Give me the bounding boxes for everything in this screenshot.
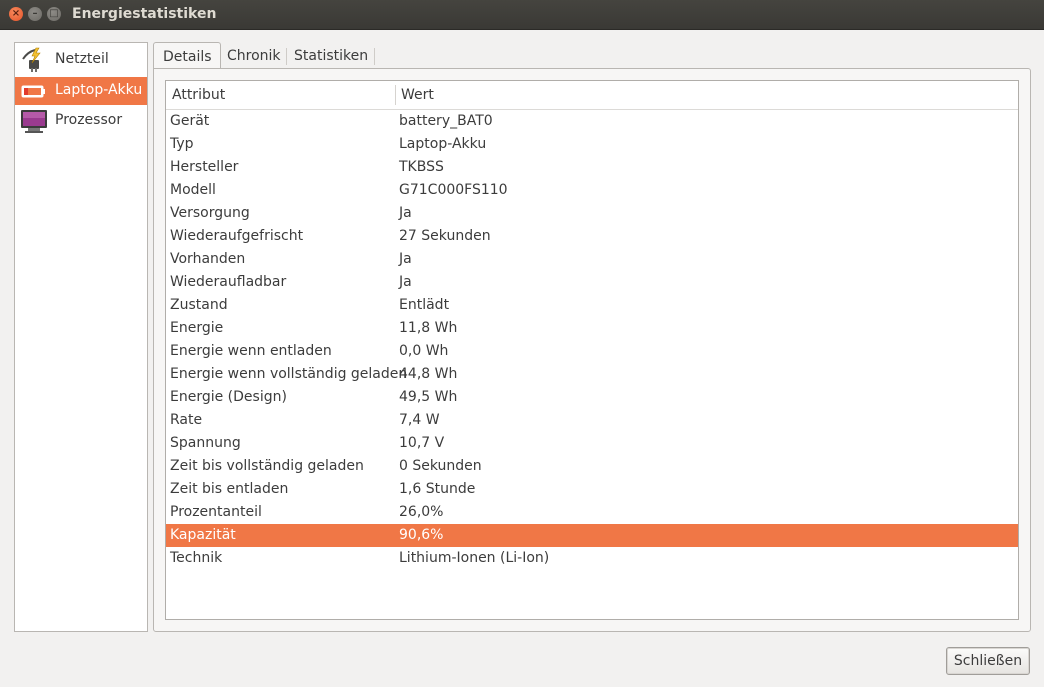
table-row[interactable]: Typ Laptop-Akku: [166, 133, 1018, 156]
value-cell: 0,0 Wh: [399, 343, 449, 359]
attribute-cell: Technik: [170, 550, 223, 566]
column-header-wert[interactable]: Wert: [401, 87, 434, 103]
table-header: Attribut Wert: [166, 81, 1018, 110]
value-cell: 0 Sekunden: [399, 458, 482, 474]
column-divider: [395, 85, 396, 105]
tab-chronik[interactable]: Chronik: [222, 42, 284, 69]
table-row[interactable]: Technik Lithium-Ionen (Li-Ion): [166, 547, 1018, 570]
attribute-cell: Gerät: [170, 113, 210, 129]
table-row[interactable]: Energie (Design) 49,5 Wh: [166, 386, 1018, 409]
attribute-cell: Zeit bis entladen: [170, 481, 289, 497]
tab-label: Chronik: [227, 48, 281, 64]
value-cell: Laptop-Akku: [399, 136, 487, 152]
device-label: Prozessor: [55, 112, 123, 128]
attribute-cell: Prozentanteil: [170, 504, 262, 520]
value-cell: 10,7 V: [399, 435, 445, 451]
value-cell: 49,5 Wh: [399, 389, 458, 405]
maximize-window-icon[interactable]: □: [47, 7, 61, 21]
power-supply-icon: [22, 47, 41, 72]
attribute-cell: Zustand: [170, 297, 228, 313]
table-row[interactable]: Spannung 10,7 V: [166, 432, 1018, 455]
attribute-cell: Energie: [170, 320, 224, 336]
attribute-cell: Energie wenn entladen: [170, 343, 332, 359]
table-row[interactable]: Hersteller TKBSS: [166, 156, 1018, 179]
value-cell: 7,4 W: [399, 412, 440, 428]
attribute-cell: Wiederaufgefrischt: [170, 228, 304, 244]
device-label: Netzteil: [55, 51, 109, 67]
close-button[interactable]: Schließen: [946, 647, 1030, 675]
value-cell: 1,6 Stunde: [399, 481, 476, 497]
title-bar: × – □ Energiestatistiken: [0, 0, 1044, 30]
table-row[interactable]: Gerät battery_BAT0: [166, 110, 1018, 133]
attribute-cell: Wiederaufladbar: [170, 274, 287, 290]
value-cell: 26,0%: [399, 504, 444, 520]
attribute-cell: Zeit bis vollständig geladen: [170, 458, 364, 474]
table-row[interactable]: Versorgung Ja: [166, 202, 1018, 225]
device-item-laptop-akku[interactable]: Laptop-Akku: [15, 77, 147, 105]
attribute-cell: Energie wenn vollständig geladen: [170, 366, 408, 382]
table-row[interactable]: Zustand Entlädt: [166, 294, 1018, 317]
column-header-attribut[interactable]: Attribut: [172, 87, 225, 103]
table-row[interactable]: Zeit bis entladen 1,6 Stunde: [166, 478, 1018, 501]
attribute-cell: Hersteller: [170, 159, 239, 175]
tab-details[interactable]: Details: [153, 42, 221, 70]
table-row[interactable]: Vorhanden Ja: [166, 248, 1018, 271]
device-item-netzteil[interactable]: Netzteil: [15, 46, 147, 74]
attribute-cell: Energie (Design): [170, 389, 287, 405]
table-row[interactable]: Prozentanteil 26,0%: [166, 501, 1018, 524]
battery-icon: [21, 85, 45, 98]
table-row[interactable]: Energie wenn vollständig geladen 44,8 Wh: [166, 363, 1018, 386]
value-cell: Entlädt: [399, 297, 450, 313]
table-row[interactable]: Zeit bis vollständig geladen 0 Sekunden: [166, 455, 1018, 478]
attribute-cell: Vorhanden: [170, 251, 246, 267]
device-list: Netzteil Laptop-Akku Prozessor: [14, 42, 148, 632]
attribute-cell: Versorgung: [170, 205, 250, 221]
tab-divider: [374, 48, 375, 65]
table-row[interactable]: Wiederaufladbar Ja: [166, 271, 1018, 294]
tab-label: Statistiken: [294, 48, 369, 64]
table-row[interactable]: Modell G71C000FS110: [166, 179, 1018, 202]
value-cell: 11,8 Wh: [399, 320, 458, 336]
attribute-cell: Modell: [170, 182, 216, 198]
minimize-window-icon[interactable]: –: [28, 7, 42, 21]
attribute-cell: Rate: [170, 412, 203, 428]
value-cell: TKBSS: [399, 159, 444, 175]
attribute-cell: Spannung: [170, 435, 241, 451]
details-table[interactable]: Attribut Wert Gerät battery_BAT0 Typ Laptop…: [165, 80, 1019, 620]
tab-statistiken[interactable]: Statistiken: [289, 42, 373, 69]
attribute-cell: Kapazität: [170, 527, 236, 543]
close-window-icon[interactable]: ×: [9, 7, 23, 21]
window-title: Energiestatistiken: [72, 6, 217, 22]
table-row[interactable]: Rate 7,4 W: [166, 409, 1018, 432]
monitor-icon: [21, 110, 47, 133]
device-label: Laptop-Akku: [55, 82, 143, 98]
table-row[interactable]: Energie wenn entladen 0,0 Wh: [166, 340, 1018, 363]
value-cell: Ja: [399, 274, 412, 290]
value-cell: Lithium-Ionen (Li-Ion): [399, 550, 550, 566]
value-cell: 90,6%: [399, 527, 444, 543]
value-cell: battery_BAT0: [399, 113, 493, 129]
value-cell: 44,8 Wh: [399, 366, 458, 382]
tab-divider: [286, 48, 287, 65]
value-cell: Ja: [399, 251, 412, 267]
attribute-cell: Typ: [170, 136, 194, 152]
device-item-prozessor[interactable]: Prozessor: [15, 107, 147, 135]
value-cell: Ja: [399, 205, 412, 221]
value-cell: G71C000FS110: [399, 182, 508, 198]
table-row[interactable]: Wiederaufgefrischt 27 Sekunden: [166, 225, 1018, 248]
table-row[interactable]: Kapazität 90,6%: [166, 524, 1018, 547]
value-cell: 27 Sekunden: [399, 228, 491, 244]
tab-label: Details: [163, 49, 212, 65]
table-row[interactable]: Energie 11,8 Wh: [166, 317, 1018, 340]
